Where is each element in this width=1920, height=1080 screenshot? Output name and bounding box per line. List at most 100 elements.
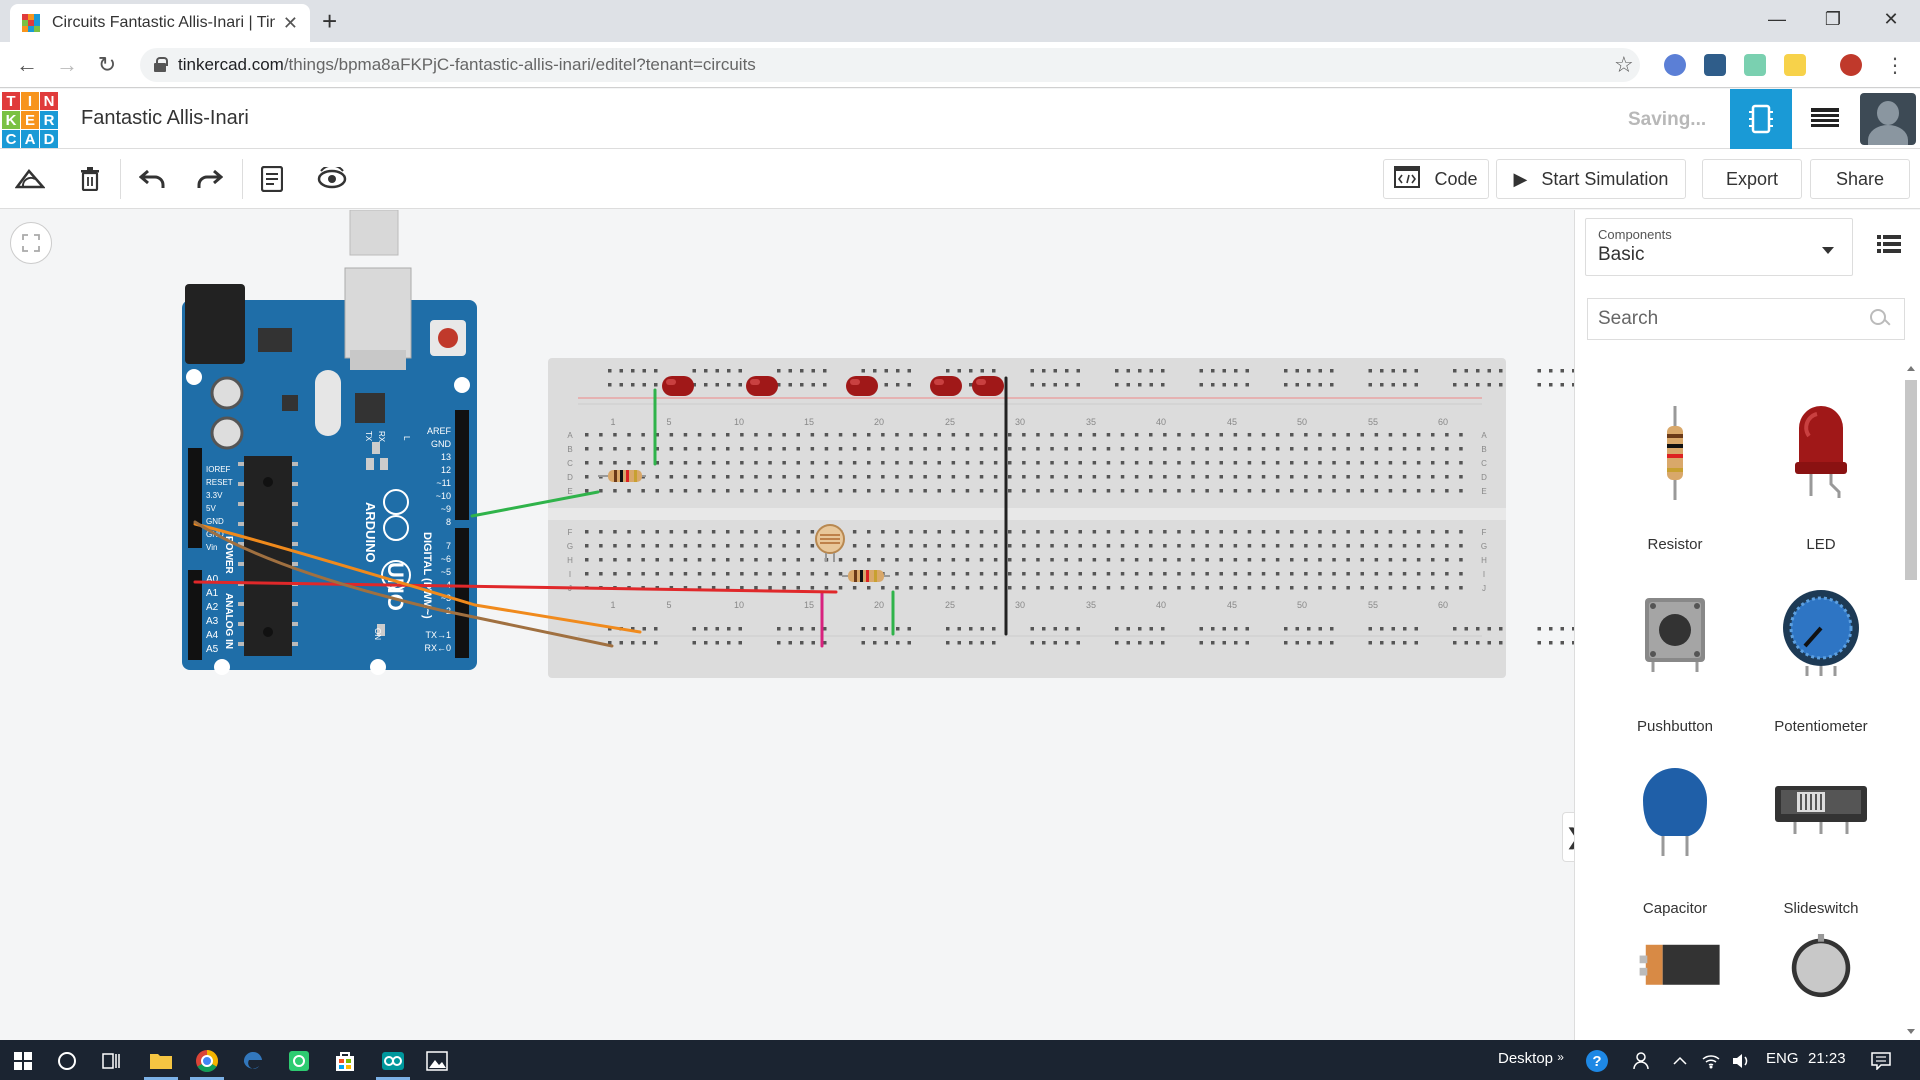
breadboard-hole[interactable]	[1177, 475, 1181, 479]
breadboard-hole[interactable]	[641, 558, 645, 562]
breadboard-hole[interactable]	[1402, 489, 1407, 493]
breadboard-hole[interactable]	[1431, 530, 1435, 534]
breadboard-hole[interactable]	[1036, 461, 1040, 465]
breadboard-hole[interactable]	[1275, 544, 1280, 548]
breadboard-hole[interactable]	[937, 433, 942, 437]
breadboard-hole[interactable]	[937, 475, 942, 479]
breadboard-rail-hole[interactable]	[715, 627, 720, 631]
breadboard-hole[interactable]	[697, 475, 702, 479]
photos-icon[interactable]	[424, 1048, 450, 1074]
breadboard-rail-hole[interactable]	[800, 369, 804, 373]
breadboard-rail-hole[interactable]	[788, 383, 793, 387]
breadboard-rail-hole[interactable]	[884, 641, 889, 645]
breadboard-hole[interactable]	[1290, 489, 1294, 493]
breadboard-rail-hole[interactable]	[715, 369, 720, 373]
breadboard-rail-hole[interactable]	[631, 383, 635, 387]
breadboard-hole[interactable]	[1064, 572, 1068, 576]
breadboard-hole[interactable]	[1445, 558, 1449, 562]
breadboard-hole[interactable]	[1290, 586, 1294, 590]
breadboard-rail-hole[interactable]	[1453, 383, 1457, 387]
breadboard-hole[interactable]	[1134, 475, 1139, 479]
breadboard-hole[interactable]	[895, 572, 899, 576]
breadboard-hole[interactable]	[1036, 447, 1040, 451]
breadboard-hole[interactable]	[655, 544, 660, 548]
breadboard-hole[interactable]	[881, 447, 885, 451]
breadboard-rail-hole[interactable]	[946, 369, 950, 373]
breadboard-hole[interactable]	[1346, 572, 1350, 576]
breadboard-hole[interactable]	[1261, 433, 1266, 437]
breadboard-hole[interactable]	[1346, 475, 1350, 479]
breadboard-rail-hole[interactable]	[1549, 369, 1553, 373]
breadboard-rail-hole[interactable]	[654, 369, 658, 373]
breadboard-hole[interactable]	[1416, 558, 1421, 562]
breadboard-hole[interactable]	[1233, 461, 1238, 465]
minimize-icon[interactable]: —	[1750, 0, 1804, 38]
breadboard-hole[interactable]	[754, 447, 758, 451]
breadboard-rail-hole[interactable]	[1330, 383, 1334, 387]
breadboard-rail-hole[interactable]	[861, 627, 866, 631]
breadboard-hole[interactable]	[1008, 572, 1012, 576]
breadboard-rail-hole[interactable]	[1149, 627, 1154, 631]
breadboard-rail-hole[interactable]	[1368, 627, 1373, 631]
breadboard-hole[interactable]	[599, 433, 603, 437]
breadboard-hole[interactable]	[1219, 530, 1224, 534]
breadboard-hole[interactable]	[881, 530, 885, 534]
breadboard-hole[interactable]	[1219, 572, 1224, 576]
bookmark-star-icon[interactable]: ☆	[1614, 52, 1634, 78]
breadboard-hole[interactable]	[1177, 447, 1181, 451]
breadboard-hole[interactable]	[993, 461, 998, 465]
breadboard-hole[interactable]	[613, 572, 617, 576]
breadboard-hole[interactable]	[867, 558, 871, 562]
breadboard-rail-hole[interactable]	[1161, 641, 1165, 645]
breadboard-hole[interactable]	[1163, 433, 1167, 437]
breadboard-hole[interactable]	[1459, 558, 1463, 562]
breadboard-rail-hole[interactable]	[777, 627, 781, 631]
breadboard-rail-hole[interactable]	[1053, 383, 1058, 387]
component-capacitor[interactable]: Capacitor	[1605, 752, 1745, 922]
breadboard-rail-hole[interactable]	[1234, 627, 1238, 631]
breadboard-hole[interactable]	[1191, 558, 1195, 562]
breadboard-hole[interactable]	[782, 558, 786, 562]
breadboard-hole[interactable]	[669, 475, 674, 479]
breadboard-hole[interactable]	[1247, 544, 1252, 548]
extension-icon[interactable]	[1664, 54, 1686, 76]
breadboard-rail-hole[interactable]	[1368, 383, 1373, 387]
system-clock[interactable]: 21:23	[1808, 1050, 1846, 1067]
breadboard-rail-hole[interactable]	[1403, 641, 1407, 645]
breadboard-rail-hole[interactable]	[1115, 383, 1119, 387]
breadboard-hole[interactable]	[1332, 558, 1336, 562]
breadboard-hole[interactable]	[641, 572, 645, 576]
breadboard-rail-hole[interactable]	[1053, 627, 1058, 631]
breadboard-hole[interactable]	[1247, 461, 1252, 465]
breadboard-hole[interactable]	[895, 433, 899, 437]
breadboard-hole[interactable]	[1416, 530, 1421, 534]
breadboard-hole[interactable]	[1360, 530, 1365, 534]
breadboard-hole[interactable]	[1360, 489, 1365, 493]
breadboard-hole[interactable]	[1008, 433, 1012, 437]
scroll-up-icon[interactable]	[1907, 366, 1915, 371]
breadboard-hole[interactable]	[1275, 433, 1280, 437]
breadboard-rail-hole[interactable]	[738, 383, 743, 387]
breadboard-rail-hole[interactable]	[1149, 369, 1154, 373]
breadboard-rail-hole[interactable]	[907, 641, 912, 645]
breadboard-hole[interactable]	[1092, 544, 1097, 548]
breadboard-hole[interactable]	[1205, 558, 1209, 562]
breadboard-hole[interactable]	[1374, 447, 1379, 451]
visibility-icon[interactable]	[314, 161, 350, 197]
url-input[interactable]: tinkercad.com/things/bpma8aFKPjC-fantast…	[140, 48, 1640, 82]
breadboard-rail-hole[interactable]	[969, 383, 973, 387]
breadboard-rail-hole[interactable]	[1245, 641, 1250, 645]
breadboard-rail-hole[interactable]	[811, 627, 816, 631]
circuit-view-button[interactable]	[1730, 89, 1792, 149]
breadboard-hole[interactable]	[1402, 433, 1407, 437]
redo-icon[interactable]	[192, 161, 228, 197]
breadboard-hole[interactable]	[979, 475, 984, 479]
breadboard-hole[interactable]	[1445, 530, 1449, 534]
breadboard-hole[interactable]	[641, 447, 645, 451]
breadboard-rail-hole[interactable]	[873, 369, 877, 373]
breadboard-hole[interactable]	[867, 447, 871, 451]
breadboard-hole[interactable]	[1177, 433, 1181, 437]
breadboard-hole[interactable]	[711, 433, 716, 437]
breadboard-hole[interactable]	[1134, 461, 1139, 465]
breadboard-rail-hole[interactable]	[811, 383, 816, 387]
